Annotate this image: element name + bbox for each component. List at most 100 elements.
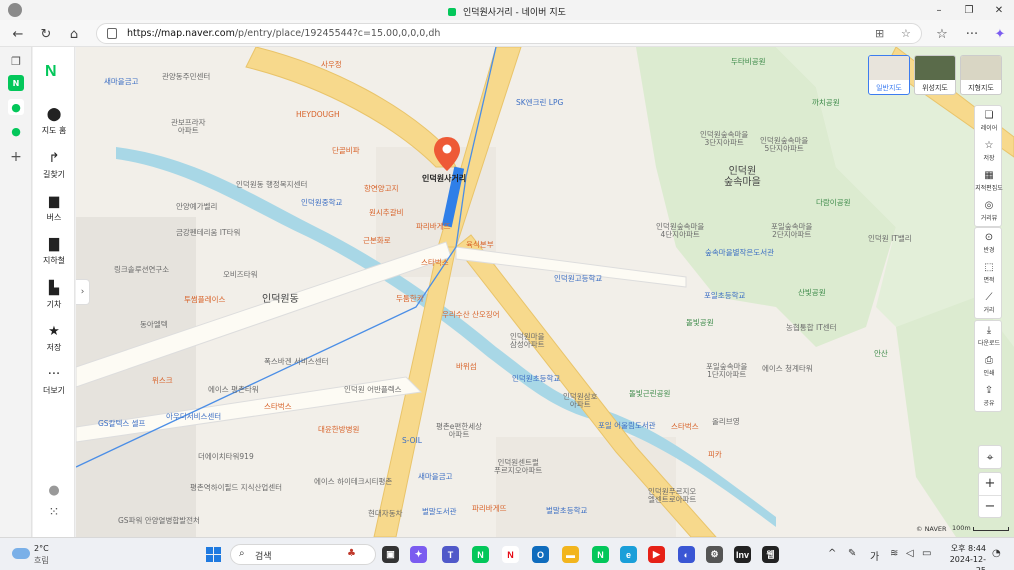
streetview-button[interactable]: ◎ 거리뷰: [975, 196, 1003, 226]
place-label[interactable]: 새마을금고: [418, 473, 453, 481]
map-tab2-icon[interactable]: ●: [8, 123, 24, 139]
place-label[interactable]: 포일숲속마을 1단지아파트: [706, 363, 747, 379]
place-label[interactable]: 동아엘텍: [140, 321, 168, 329]
zoom-in-button[interactable]: +: [979, 473, 1001, 496]
naver-tab-icon[interactable]: N: [8, 75, 24, 91]
place-label[interactable]: 바위섬: [456, 363, 477, 371]
place-label[interactable]: 스타벅스: [421, 259, 449, 267]
place-label[interactable]: 인덕원중학교: [301, 199, 342, 207]
share-button[interactable]: ⇪ 공유: [975, 381, 1003, 411]
place-label[interactable]: 투썸플레이스: [184, 296, 225, 304]
place-label[interactable]: 위스크: [152, 377, 173, 385]
naver-app-icon[interactable]: N: [592, 546, 609, 563]
place-label[interactable]: 인덕원마을 삼성아파트: [510, 333, 545, 349]
distance-button[interactable]: ⟋ 거리: [975, 288, 1003, 318]
place-label[interactable]: 더에이치타워919: [198, 453, 254, 461]
place-label[interactable]: 항연양고지: [364, 185, 399, 193]
favorite-icon[interactable]: ☆: [901, 27, 911, 40]
place-label[interactable]: 인덕원 IT밸리: [868, 235, 912, 243]
place-label[interactable]: 사우정: [321, 61, 342, 69]
place-label[interactable]: 까치공원: [812, 99, 840, 107]
outlook-icon[interactable]: O: [532, 546, 549, 563]
teams-icon[interactable]: T: [442, 546, 459, 563]
place-label[interactable]: 인덕원고등학교: [554, 275, 602, 283]
address-bar[interactable]: https://map.naver.com/p/entry/place/1924…: [96, 23, 922, 44]
battery-icon[interactable]: ▭: [922, 548, 931, 559]
place-label[interactable]: 인덕원초등학교: [512, 375, 560, 383]
cadastral-button[interactable]: ▦ 지적편집도: [975, 166, 1003, 196]
place-label[interactable]: 포일초등학교: [704, 292, 745, 300]
place-label[interactable]: 벌말도서관: [422, 508, 457, 516]
place-label[interactable]: 관양동주민센터: [162, 73, 210, 81]
place-label[interactable]: 포일숲속마을 2단지아파트: [771, 223, 812, 239]
place-label[interactable]: 스타벅스: [671, 423, 699, 431]
place-label[interactable]: 안양예가벨리: [176, 203, 217, 211]
settings-icon[interactable]: ⚙: [706, 546, 723, 563]
my-location-button[interactable]: ⌖: [978, 445, 1002, 469]
place-label[interactable]: 두툼한카: [396, 295, 424, 303]
map-canvas[interactable]: 인덕원사거리 인덕원동 인덕원 숲속마을 새마을금고 관양동주민센터 사우정 H…: [76, 47, 1014, 537]
youtube-icon[interactable]: ▶: [648, 546, 665, 563]
place-label[interactable]: 원시추갈비: [369, 209, 404, 217]
place-label[interactable]: S-OIL: [402, 437, 422, 445]
explorer-icon[interactable]: ▬: [562, 546, 579, 563]
place-label[interactable]: 벌말초등학교: [546, 507, 587, 515]
place-label[interactable]: 다람이공원: [816, 199, 851, 207]
system-clock[interactable]: 오후 8:44 2024-12-25: [942, 543, 986, 570]
place-label[interactable]: 산빛공원: [798, 289, 826, 297]
apps-icon[interactable]: ⊞: [875, 27, 884, 40]
wifi-icon[interactable]: ≋: [890, 548, 898, 559]
map-type-normal[interactable]: 일반지도: [868, 55, 910, 95]
nav-item-directions[interactable]: ↱ 길찾기: [33, 151, 75, 180]
place-label[interactable]: 금강펜테리움 IT타워: [176, 229, 240, 237]
place-label[interactable]: 에이스 평촌타워: [208, 386, 259, 394]
nav-item-subway[interactable]: ▇ 지하철: [33, 237, 75, 266]
minimize-button[interactable]: –: [924, 0, 954, 20]
place-label[interactable]: 평촌역하이필드 지식산업센터: [190, 484, 282, 492]
place-label[interactable]: SK엔크린 LPG: [516, 99, 563, 107]
place-label[interactable]: 두타비공원: [731, 58, 766, 66]
refresh-icon[interactable]: ↻: [36, 24, 56, 44]
place-label[interactable]: 스타벅스: [264, 403, 292, 411]
new-tab-icon[interactable]: +: [8, 149, 24, 165]
nav-apps[interactable]: ⁙: [33, 505, 75, 521]
nav-item-bus[interactable]: ▆ 버스: [33, 194, 75, 223]
place-label[interactable]: 오비즈타워: [223, 271, 258, 279]
place-label[interactable]: 돌빛근린공원: [629, 390, 670, 398]
inv-icon[interactable]: Inv: [734, 546, 751, 563]
map-type-terrain[interactable]: 지형지도: [960, 55, 1002, 95]
notification-icon[interactable]: ◔: [992, 548, 1001, 559]
place-label[interactable]: 평촌e편한세상 아파트: [436, 423, 482, 439]
tray-expand-icon[interactable]: ^: [828, 548, 836, 559]
place-label[interactable]: 인덕원 어반플렉스: [344, 386, 402, 394]
print-button[interactable]: ⎙ 인쇄: [975, 351, 1003, 381]
place-label[interactable]: 돌빛공원: [686, 319, 714, 327]
favorites-list-icon[interactable]: ☆: [932, 24, 952, 44]
edge-icon[interactable]: e: [620, 546, 637, 563]
place-label[interactable]: 현대자동차: [368, 510, 403, 518]
tabs-icon[interactable]: ❐: [8, 53, 24, 69]
place-label[interactable]: GS칼텍스 셀프: [98, 420, 145, 428]
place-label[interactable]: 인덕원숲속마을 4단지아파트: [656, 223, 704, 239]
place-label[interactable]: 대윤한방병원: [318, 426, 359, 434]
naver-icon[interactable]: N: [472, 546, 489, 563]
place-label[interactable]: 링크솔루션연구소: [114, 266, 169, 274]
nav-item-map-home[interactable]: ⬤ 지도 홈: [33, 107, 75, 136]
taskview-icon[interactable]: ▣: [382, 546, 399, 563]
place-label[interactable]: 에이스 하이테크시티평촌: [314, 478, 392, 486]
home-icon[interactable]: ⌂: [64, 24, 84, 44]
place-label[interactable]: 인덕원센트럴 푸르지오아파트: [494, 459, 542, 475]
zoom-out-button[interactable]: −: [979, 496, 1001, 519]
copilot-icon[interactable]: ✦: [410, 546, 427, 563]
volume-icon[interactable]: ◁: [906, 548, 914, 559]
map-tab-icon[interactable]: ●: [8, 99, 24, 115]
place-label[interactable]: 포일 어울림도서관: [598, 422, 656, 430]
place-label[interactable]: 관보프라자 아파트: [171, 119, 206, 135]
place-label[interactable]: 인덕원숲속마을 3단지아파트: [700, 131, 748, 147]
place-label[interactable]: 인덕원삼호 아파트: [563, 393, 598, 409]
place-label[interactable]: 에이스 청계타워: [762, 365, 813, 373]
place-label[interactable]: 인덕원숲속마을 5단지아파트: [760, 137, 808, 153]
nav-item-saved[interactable]: ★ 저장: [33, 324, 75, 353]
place-label[interactable]: 단골비파: [332, 147, 360, 155]
place-label[interactable]: 피카: [708, 451, 722, 459]
